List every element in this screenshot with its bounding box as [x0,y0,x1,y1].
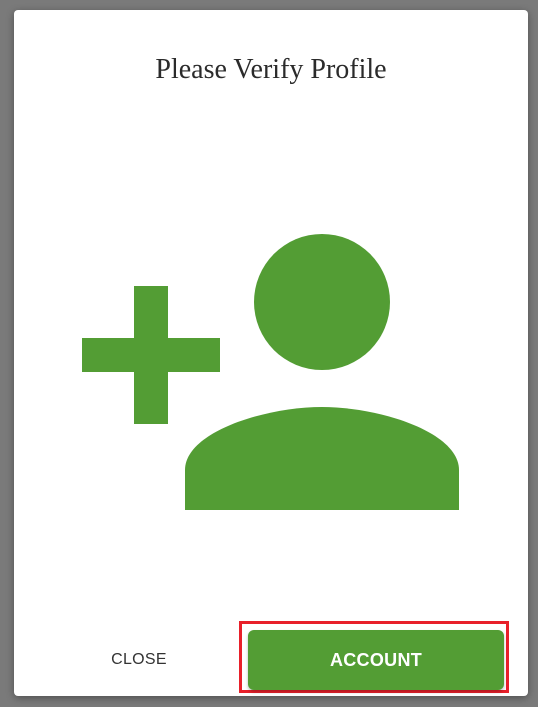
dialog-title: Please Verify Profile [155,54,387,85]
close-button[interactable]: CLOSE [94,640,184,680]
add-user-icon [80,232,462,522]
verify-profile-dialog: Please Verify Profile CLOSE ACCOUNT [14,10,528,696]
account-button[interactable]: ACCOUNT [248,630,504,690]
